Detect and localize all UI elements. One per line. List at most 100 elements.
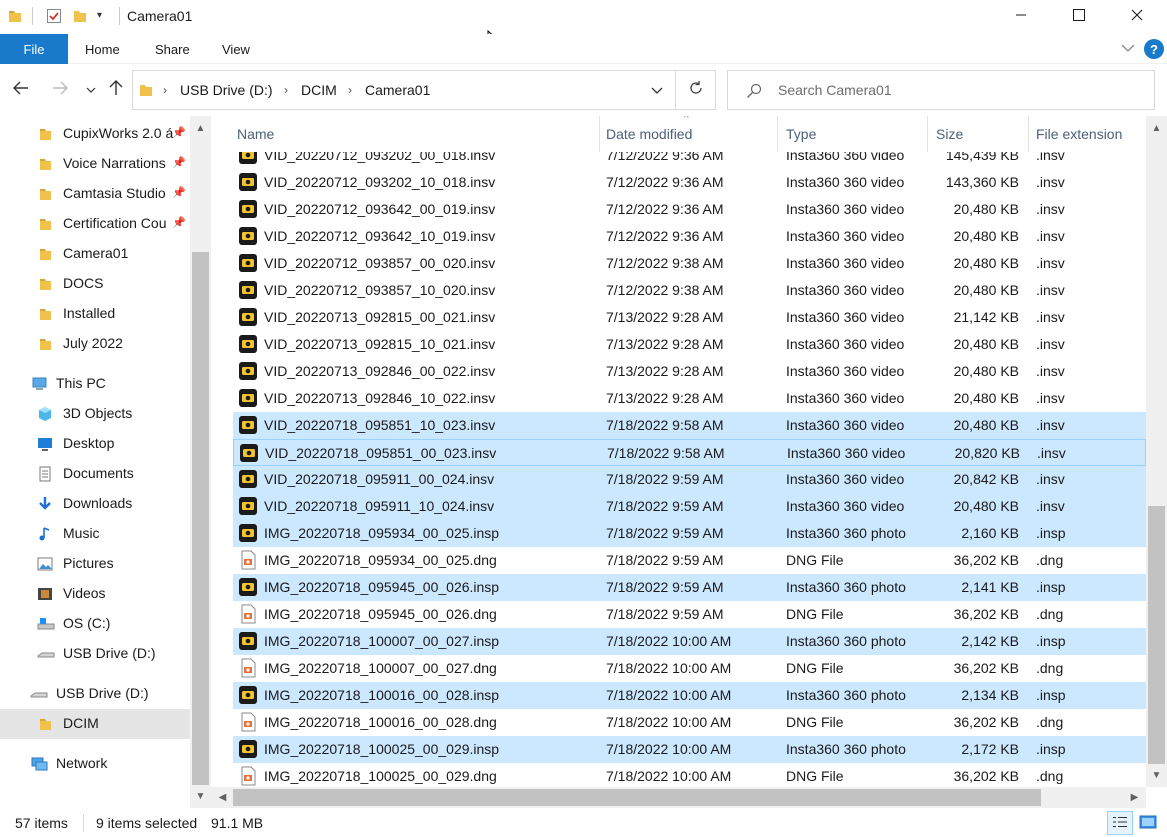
breadcrumb-camera01[interactable]: Camera01: [365, 82, 430, 98]
column-header-date-modified[interactable]: Date modified: [606, 126, 692, 142]
file-row[interactable]: VID_20220712_093857_10_020.insv 7/12/2022…: [233, 277, 1146, 304]
breadcrumb-dcim[interactable]: DCIM: [301, 82, 337, 98]
file-row[interactable]: IMG_20220718_095945_00_026.insp 7/18/2022…: [233, 574, 1146, 601]
sidebar-item-cupixworks-2-0[interactable]: CupixWorks 2.0 á 📌: [0, 119, 190, 149]
sidebar-item-network[interactable]: Network: [0, 749, 190, 779]
address-bar[interactable]: › USB Drive (D:) › DCIM › Camera01: [132, 70, 676, 110]
up-button[interactable]: [105, 78, 127, 100]
breadcrumb-usb-drive[interactable]: USB Drive (D:): [180, 82, 273, 98]
sidebar-item-certification-cou[interactable]: Certification Cou 📌: [0, 209, 190, 239]
back-button[interactable]: [10, 78, 32, 100]
address-history-button[interactable]: [640, 70, 674, 110]
file-list-vertical-scrollbar[interactable]: ▲ ▼: [1146, 116, 1167, 787]
nav-pane-scroll-thumb[interactable]: [192, 252, 209, 785]
sidebar-item-voice-narrations[interactable]: Voice Narrations 📌: [0, 149, 190, 179]
tab-share[interactable]: Share: [155, 34, 190, 64]
sidebar-item-camera01[interactable]: Camera01: [0, 239, 190, 269]
maximize-button[interactable]: [1050, 0, 1108, 34]
file-row[interactable]: IMG_20220718_100025_00_029.dng 7/18/2022 …: [233, 763, 1146, 787]
nav-pane-scrollbar[interactable]: ▲ ▼: [190, 116, 211, 808]
file-list-vertical-scroll-thumb[interactable]: [1148, 506, 1165, 764]
file-row[interactable]: IMG_20220718_100016_00_028.insp 7/18/2022…: [233, 682, 1146, 709]
column-header-name[interactable]: Name: [237, 126, 274, 142]
large-icons-view-button[interactable]: [1135, 811, 1161, 835]
file-extension: .insv: [1036, 498, 1065, 514]
file-list-horizontal-scroll-thumb[interactable]: [233, 789, 1041, 806]
breadcrumb-chevron-icon[interactable]: ›: [284, 83, 288, 97]
file-row[interactable]: IMG_20220718_095945_00_026.dng 7/18/2022 …: [233, 601, 1146, 628]
close-button[interactable]: [1108, 0, 1166, 34]
column-separator[interactable]: [599, 116, 600, 152]
sidebar-item-dcim[interactable]: DCIM: [0, 709, 190, 739]
tab-view[interactable]: View: [222, 34, 250, 64]
file-row[interactable]: VID_20220713_092846_10_022.insv 7/13/2022…: [233, 385, 1146, 412]
scroll-left-icon[interactable]: ◀: [214, 789, 231, 806]
file-row[interactable]: VID_20220712_093857_00_020.insv 7/12/2022…: [233, 250, 1146, 277]
sidebar-item-installed[interactable]: Installed: [0, 299, 190, 329]
sidebar-item-3d-objects[interactable]: 3D Objects: [0, 399, 190, 429]
file-row[interactable]: IMG_20220718_095934_00_025.insp 7/18/2022…: [233, 520, 1146, 547]
file-row[interactable]: VID_20220713_092846_00_022.insv 7/13/2022…: [233, 358, 1146, 385]
file-row[interactable]: IMG_20220718_095934_00_025.dng 7/18/2022 …: [233, 547, 1146, 574]
scroll-down-icon[interactable]: ▼: [1148, 767, 1165, 784]
file-row[interactable]: IMG_20220718_100007_00_027.dng 7/18/2022 …: [233, 655, 1146, 682]
file-row[interactable]: VID_20220712_093202_10_018.insv 7/12/2022…: [233, 169, 1146, 196]
properties-icon[interactable]: [46, 8, 62, 27]
refresh-button[interactable]: [676, 70, 716, 110]
sidebar-item-music[interactable]: Music: [0, 519, 190, 549]
sidebar-item-desktop[interactable]: Desktop: [0, 429, 190, 459]
scroll-up-icon[interactable]: ▲: [1148, 120, 1165, 137]
file-date-modified: 7/12/2022 9:38 AM: [606, 282, 724, 298]
sidebar-item-july-2022[interactable]: July 2022: [0, 329, 190, 359]
breadcrumb-chevron-icon[interactable]: ›: [348, 83, 352, 97]
file-row[interactable]: VID_20220713_092815_10_021.insv 7/13/2022…: [233, 331, 1146, 358]
scroll-up-icon[interactable]: ▲: [192, 120, 209, 137]
scroll-down-icon[interactable]: ▼: [192, 788, 209, 805]
sidebar-item-os-c[interactable]: OS (C:): [0, 609, 190, 639]
file-size: 20,480 KB: [953, 282, 1019, 298]
tab-file[interactable]: File: [0, 34, 68, 64]
column-separator[interactable]: [1028, 116, 1029, 152]
column-header-type[interactable]: Type: [786, 126, 816, 142]
file-row[interactable]: VID_20220718_095851_00_023.insv 7/18/2022…: [233, 439, 1146, 466]
scroll-right-icon[interactable]: ▶: [1126, 789, 1143, 806]
sidebar-item-this-pc[interactable]: This PC: [0, 369, 190, 399]
column-header-size[interactable]: Size: [936, 126, 963, 142]
file-row[interactable]: VID_20220712_093642_00_019.insv 7/12/2022…: [233, 196, 1146, 223]
file-row[interactable]: VID_20220713_092815_00_021.insv 7/13/2022…: [233, 304, 1146, 331]
tab-home[interactable]: Home: [85, 34, 120, 64]
file-extension: .insp: [1036, 633, 1066, 649]
breadcrumb-chevron-icon[interactable]: ›: [163, 83, 167, 97]
file-row[interactable]: IMG_20220718_100007_00_027.insp 7/18/2022…: [233, 628, 1146, 655]
customize-toolbar-icon[interactable]: ▾: [97, 10, 102, 21]
recent-locations-button[interactable]: [80, 78, 102, 100]
pin-icon: 📌: [172, 127, 186, 139]
sidebar-item-documents[interactable]: Documents: [0, 459, 190, 489]
details-view-button[interactable]: [1107, 811, 1133, 835]
column-separator[interactable]: [927, 116, 928, 152]
column-separator[interactable]: [777, 116, 778, 152]
sidebar-item-downloads[interactable]: Downloads: [0, 489, 190, 519]
file-row[interactable]: IMG_20220718_100016_00_028.dng 7/18/2022 …: [233, 709, 1146, 736]
sidebar-item-usb-drive-d[interactable]: USB Drive (D:): [0, 679, 190, 709]
help-button[interactable]: ?: [1144, 39, 1164, 59]
file-row[interactable]: VID_20220718_095851_10_023.insv 7/18/2022…: [233, 412, 1146, 439]
sidebar-item-camtasia-studio[interactable]: Camtasia Studio 📌: [0, 179, 190, 209]
sidebar-item-docs[interactable]: DOCS: [0, 269, 190, 299]
forward-button[interactable]: [49, 78, 71, 100]
file-list-horizontal-scrollbar[interactable]: ◀ ▶: [211, 787, 1146, 808]
file-row[interactable]: VID_20220712_093202_00_018.insv 7/12/2022…: [233, 152, 1146, 169]
file-row[interactable]: VID_20220712_093642_10_019.insv 7/12/2022…: [233, 223, 1146, 250]
sidebar-item-usb-drive-d[interactable]: USB Drive (D:): [0, 639, 190, 669]
minimize-button[interactable]: [992, 0, 1050, 34]
search-input[interactable]: Search Camera01: [778, 82, 892, 98]
search-box[interactable]: Search Camera01: [727, 70, 1155, 110]
file-row[interactable]: VID_20220718_095911_00_024.insv 7/18/2022…: [233, 466, 1146, 493]
expand-ribbon-icon[interactable]: [1120, 40, 1136, 56]
column-header-file-extension[interactable]: File extension: [1036, 126, 1122, 142]
file-row[interactable]: IMG_20220718_100025_00_029.insp 7/18/2022…: [233, 736, 1146, 763]
new-folder-icon[interactable]: [73, 8, 87, 27]
file-row[interactable]: VID_20220718_095911_10_024.insv 7/18/2022…: [233, 493, 1146, 520]
sidebar-item-videos[interactable]: Videos: [0, 579, 190, 609]
sidebar-item-pictures[interactable]: Pictures: [0, 549, 190, 579]
